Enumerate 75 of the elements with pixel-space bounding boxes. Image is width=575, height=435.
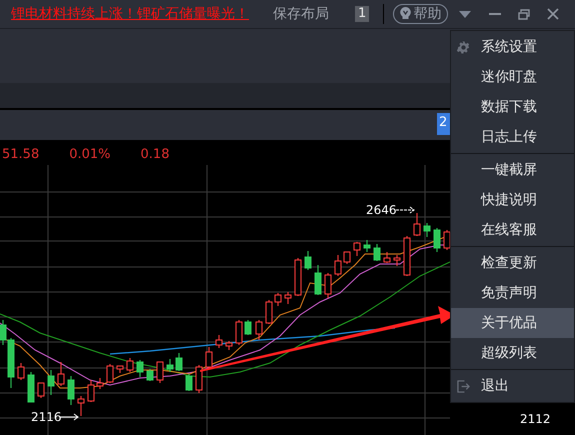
menu-item[interactable]: 日志上传 — [451, 122, 574, 152]
price-label: 2646 — [366, 202, 397, 219]
candlestick — [314, 264, 322, 296]
candlestick — [18, 362, 24, 380]
candlestick — [38, 382, 44, 398]
candlestick — [136, 360, 144, 378]
candlestick — [304, 250, 312, 270]
close-icon[interactable] — [547, 8, 560, 20]
candlestick — [394, 254, 400, 266]
candlestick — [226, 340, 232, 350]
candlestick — [68, 376, 74, 406]
candlestick — [414, 212, 420, 236]
candlestick — [196, 364, 202, 394]
candlestick — [334, 254, 342, 276]
layout-number: 1 — [355, 6, 370, 22]
candlestick — [116, 366, 124, 374]
candlestick — [294, 258, 302, 296]
help-button[interactable]: 帮助 — [393, 4, 448, 24]
quote-value: 0.01% — [69, 146, 111, 164]
candlestick — [78, 396, 84, 416]
menu-item[interactable]: 退出 — [451, 371, 574, 401]
candlestick — [126, 358, 134, 372]
menu-item[interactable]: 超级列表 — [451, 338, 574, 368]
candlestick — [284, 292, 292, 304]
candlestick — [236, 320, 242, 346]
quote-value: 51.58 — [2, 146, 40, 164]
candlestick — [324, 272, 332, 298]
candlestick — [354, 242, 360, 256]
candlestick — [166, 358, 174, 372]
candlestick — [244, 320, 252, 336]
candlestick — [206, 346, 212, 368]
candlestick — [88, 380, 94, 402]
candlestick — [384, 252, 390, 264]
candlestick — [364, 240, 370, 252]
menu-item[interactable]: 一键截屏 — [451, 155, 574, 185]
menu-item[interactable]: 迷你盯盘 — [451, 62, 574, 92]
menu-item[interactable]: 免责声明 — [451, 278, 574, 308]
menu-item[interactable]: 关于优品 — [451, 308, 574, 338]
candlestick — [444, 230, 450, 250]
price-label: 2116 — [31, 409, 62, 426]
candlestick — [28, 372, 34, 402]
candlestick — [48, 370, 54, 396]
tab-badge[interactable]: 2 — [437, 113, 451, 135]
settings-icon — [457, 40, 470, 54]
candlestick — [266, 300, 272, 324]
candlestick — [106, 364, 114, 384]
save-layout-button[interactable]: 保存布局 — [273, 4, 329, 24]
minimize-icon[interactable] — [489, 13, 502, 15]
candlestick — [156, 362, 164, 384]
menu-item[interactable]: 数据下载 — [451, 92, 574, 122]
candlestick — [146, 368, 154, 382]
candlestick — [96, 378, 104, 390]
arrow-icon — [60, 413, 80, 421]
axis-label: 2112 — [520, 411, 551, 428]
candlestick — [424, 222, 430, 238]
menu-item[interactable]: 在线客服 — [451, 215, 574, 245]
lightbulb-icon — [400, 7, 412, 21]
dropdown-caret-icon[interactable] — [459, 10, 472, 18]
candlestick — [58, 362, 64, 386]
candlestick — [186, 374, 192, 392]
candlestick — [344, 252, 350, 264]
arrow-icon — [396, 206, 416, 214]
quote-value: 0.18 — [140, 146, 170, 164]
candlestick — [216, 334, 222, 348]
menu-item[interactable]: 快捷说明 — [451, 185, 574, 215]
menu-item[interactable]: 检查更新 — [451, 248, 574, 278]
candlestick — [374, 244, 380, 262]
candlestick — [274, 292, 282, 306]
candlestick — [404, 236, 410, 276]
candlestick — [176, 352, 182, 372]
candlestick — [256, 320, 262, 340]
exit-icon — [457, 380, 470, 392]
candlestick — [434, 228, 440, 252]
restore-icon[interactable] — [518, 8, 530, 20]
menu-item[interactable]: 系统设置 — [451, 32, 574, 62]
